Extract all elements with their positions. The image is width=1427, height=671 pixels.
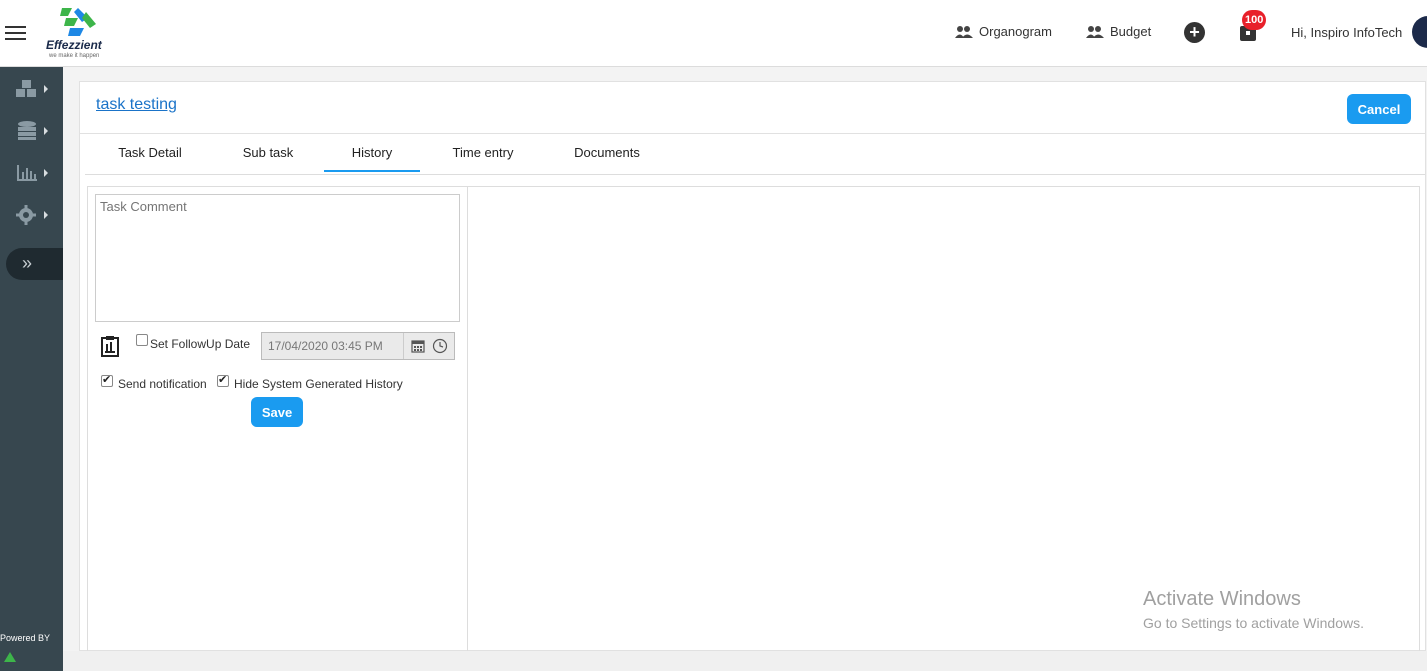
app-logo[interactable]: Effezzient we make it happen — [44, 4, 114, 62]
caret-right-icon — [44, 211, 48, 219]
task-title-link[interactable]: task testing — [96, 96, 177, 114]
tab-history[interactable]: History — [324, 134, 420, 172]
calendar-icon[interactable] — [411, 339, 425, 353]
sidebar-item-reports[interactable] — [14, 160, 54, 186]
caret-right-icon — [44, 127, 48, 135]
user-greeting[interactable]: Hi, Inspiro InfoTech — [1291, 25, 1402, 40]
hide-system-history-label: Hide System Generated History — [234, 377, 403, 391]
cancel-button[interactable]: Cancel — [1347, 94, 1411, 124]
top-header: Effezzient we make it happen Organogram … — [0, 0, 1427, 67]
history-panel: Set FollowUp Date Send notification Hide… — [87, 186, 1420, 653]
activate-windows-title: Activate Windows — [1143, 588, 1301, 610]
bottom-strip — [63, 651, 1427, 671]
sidebar: » Powered BY — [0, 67, 63, 671]
clock-icon[interactable] — [432, 338, 448, 354]
users-icon — [1086, 25, 1104, 38]
task-comment-input[interactable] — [95, 194, 460, 322]
sidebar-item-database[interactable] — [14, 118, 54, 144]
caret-right-icon — [44, 85, 48, 93]
organogram-link[interactable]: Organogram — [955, 24, 1052, 39]
save-button[interactable]: Save — [251, 397, 303, 427]
tabs-divider — [85, 174, 1425, 175]
followup-date-input[interactable] — [262, 333, 404, 359]
task-card: task testing Cancel Task Detail Sub task… — [79, 81, 1426, 653]
sidebar-item-cubes[interactable] — [14, 76, 54, 102]
budget-link[interactable]: Budget — [1086, 24, 1151, 39]
database-icon — [18, 121, 36, 140]
add-plus-icon[interactable]: + — [1184, 22, 1205, 43]
tab-documents[interactable]: Documents — [546, 134, 668, 172]
history-form: Set FollowUp Date Send notification Hide… — [88, 187, 468, 653]
sidebar-item-settings[interactable] — [14, 202, 54, 228]
send-notification-checkbox[interactable] — [101, 373, 113, 387]
tab-task-detail[interactable]: Task Detail — [88, 134, 212, 172]
cubes-icon — [16, 80, 36, 97]
hide-system-history-checkbox[interactable] — [217, 373, 229, 387]
send-notification-label: Send notification — [118, 377, 207, 391]
user-avatar[interactable] — [1412, 16, 1427, 48]
organogram-label: Organogram — [979, 24, 1052, 39]
activate-windows-hint: Go to Settings to activate Windows. — [1143, 615, 1364, 631]
task-tabs: Task Detail Sub task History Time entry … — [88, 134, 668, 172]
brand-name: Effezzient — [46, 38, 102, 52]
hamburger-menu-icon[interactable] — [5, 26, 26, 40]
gear-icon — [16, 205, 36, 225]
users-icon — [955, 25, 973, 38]
powered-by-logo-icon — [4, 652, 16, 662]
bar-chart-icon — [17, 165, 37, 181]
logo-mark-icon — [60, 8, 96, 36]
budget-label: Budget — [1110, 24, 1152, 39]
brand-tagline: we make it happen — [49, 53, 100, 59]
followup-date-picker — [261, 332, 455, 360]
followup-label: Set FollowUp Date — [150, 337, 251, 351]
powered-by-label: Powered BY — [0, 633, 51, 643]
sidebar-expand-toggle[interactable]: » — [6, 248, 63, 280]
followup-checkbox[interactable] — [136, 334, 148, 346]
tab-sub-task[interactable]: Sub task — [212, 134, 324, 172]
clipboard-icon[interactable] — [100, 335, 120, 357]
tab-time-entry[interactable]: Time entry — [420, 134, 546, 172]
notification-badge: 100 — [1242, 10, 1267, 30]
caret-right-icon — [44, 169, 48, 177]
